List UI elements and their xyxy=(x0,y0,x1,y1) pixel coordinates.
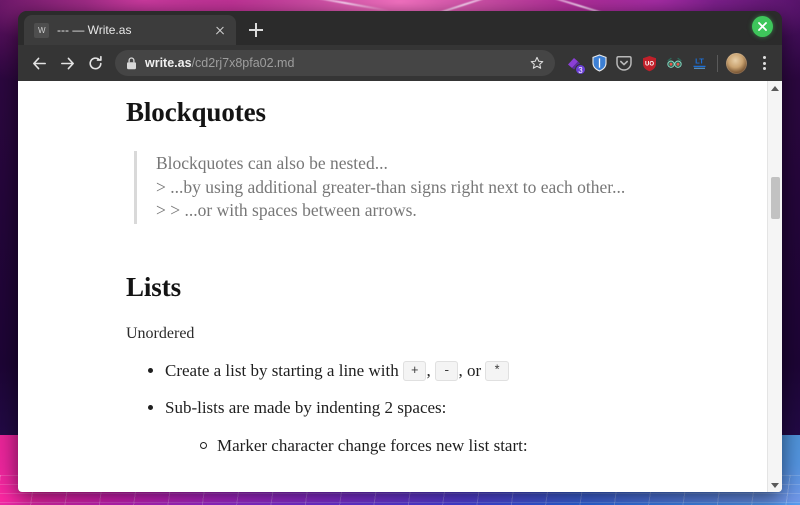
menu-dot xyxy=(762,55,766,59)
chevron-up-icon xyxy=(771,85,779,91)
inline-code-plus: + xyxy=(402,360,427,381)
ublock-shield-glyph: UO xyxy=(642,55,656,71)
profile-avatar[interactable] xyxy=(726,52,747,74)
list-item: Sub-lists are made by indenting 2 spaces… xyxy=(148,397,686,456)
ublock-origin-extension-icon[interactable]: UO xyxy=(639,53,659,73)
list-item: Marker character change forces new list … xyxy=(200,435,686,456)
heading-lists: Lists xyxy=(126,271,182,302)
blockquote-line: > > ...or with spaces between arrows. xyxy=(156,200,417,221)
pocket-extension-icon[interactable] xyxy=(614,53,634,73)
url-host: write.as xyxy=(145,56,192,70)
list-item-text: Sub-lists are made by indenting 2 spaces… xyxy=(165,397,447,417)
svg-text:LT: LT xyxy=(695,57,704,66)
browser-window: W --- — Write.as write.as/cd2rj7x8pfa02.… xyxy=(18,11,782,492)
list-item: Create a list by starting a line with +,… xyxy=(148,360,686,382)
back-arrow-icon xyxy=(32,57,46,69)
window-close-button[interactable] xyxy=(752,16,773,37)
back-button[interactable] xyxy=(26,50,52,76)
languagetool-extension-icon[interactable]: LT xyxy=(689,53,709,73)
padlock-glyph xyxy=(127,56,136,69)
star-glyph xyxy=(530,56,544,69)
menu-dot xyxy=(762,67,766,71)
page-viewport: Blockquotes Blockquotes can also be nest… xyxy=(18,81,782,492)
bookmark-star-icon[interactable] xyxy=(526,52,548,74)
scrollbar-down-arrow[interactable] xyxy=(768,478,782,492)
page-content: Blockquotes Blockquotes can also be nest… xyxy=(18,81,767,492)
extensions-area: 3 UO LT xyxy=(564,52,774,75)
write-as-favicon: W xyxy=(34,22,49,38)
extension-badge-count: 3 xyxy=(575,64,586,75)
lock-icon xyxy=(126,56,137,70)
chevron-down-icon xyxy=(771,482,779,488)
blockquote-line: Blockquotes can also be nested... xyxy=(156,153,388,173)
tab-strip: W --- — Write.as xyxy=(18,11,782,45)
list-item-separator: , xyxy=(426,360,435,380)
tab-title: --- — Write.as xyxy=(57,23,132,37)
blockquote-line: > ...by using additional greater-than si… xyxy=(156,176,626,197)
address-bar[interactable]: write.as/cd2rj7x8pfa02.md xyxy=(115,50,555,76)
close-icon xyxy=(758,22,767,31)
forward-button[interactable] xyxy=(54,50,80,76)
forward-arrow-icon xyxy=(60,57,74,69)
pocket-glyph xyxy=(616,55,632,71)
menu-dot xyxy=(762,61,766,65)
tab-write-as[interactable]: W --- — Write.as xyxy=(24,15,236,45)
shield-glyph xyxy=(591,54,607,72)
new-tab-button[interactable] xyxy=(242,16,270,44)
badger-glasses-glyph xyxy=(666,57,682,68)
nested-unordered-list: Marker character change forces new list … xyxy=(165,435,686,456)
scrollbar-up-arrow[interactable] xyxy=(768,81,782,95)
browser-toolbar: write.as/cd2rj7x8pfa02.md 3 UO LT xyxy=(18,45,782,81)
browser-menu-button[interactable] xyxy=(754,52,774,74)
unordered-list: Create a list by starting a line with +,… xyxy=(126,360,686,456)
markdown-document: Blockquotes Blockquotes can also be nest… xyxy=(126,81,686,456)
languagetool-glyph: LT xyxy=(693,57,705,69)
heading-blockquotes: Blockquotes xyxy=(126,97,266,127)
url-path: /cd2rj7x8pfa02.md xyxy=(191,56,295,70)
url-text: write.as/cd2rj7x8pfa02.md xyxy=(145,56,518,70)
list-item-separator: , or xyxy=(458,360,486,380)
subheading-unordered: Unordered xyxy=(126,324,195,342)
list-item-text: Create a list by starting a line with xyxy=(165,360,403,380)
tab-close-icon[interactable] xyxy=(212,22,228,38)
toolbar-divider xyxy=(717,54,718,72)
nested-blockquote: Blockquotes can also be nested... > ...b… xyxy=(134,151,686,224)
reload-icon xyxy=(88,55,102,69)
page-scrollbar[interactable] xyxy=(767,81,782,492)
scrollbar-thumb[interactable] xyxy=(771,177,780,219)
clipboard-extension-icon[interactable]: 3 xyxy=(564,53,586,75)
privacy-badger-extension-icon[interactable] xyxy=(664,53,684,73)
shield-security-extension-icon[interactable] xyxy=(589,53,609,73)
reload-button[interactable] xyxy=(82,50,108,76)
svg-text:UO: UO xyxy=(645,61,654,67)
inline-code-asterisk: * xyxy=(485,360,509,381)
inline-code-dash: - xyxy=(434,360,459,381)
